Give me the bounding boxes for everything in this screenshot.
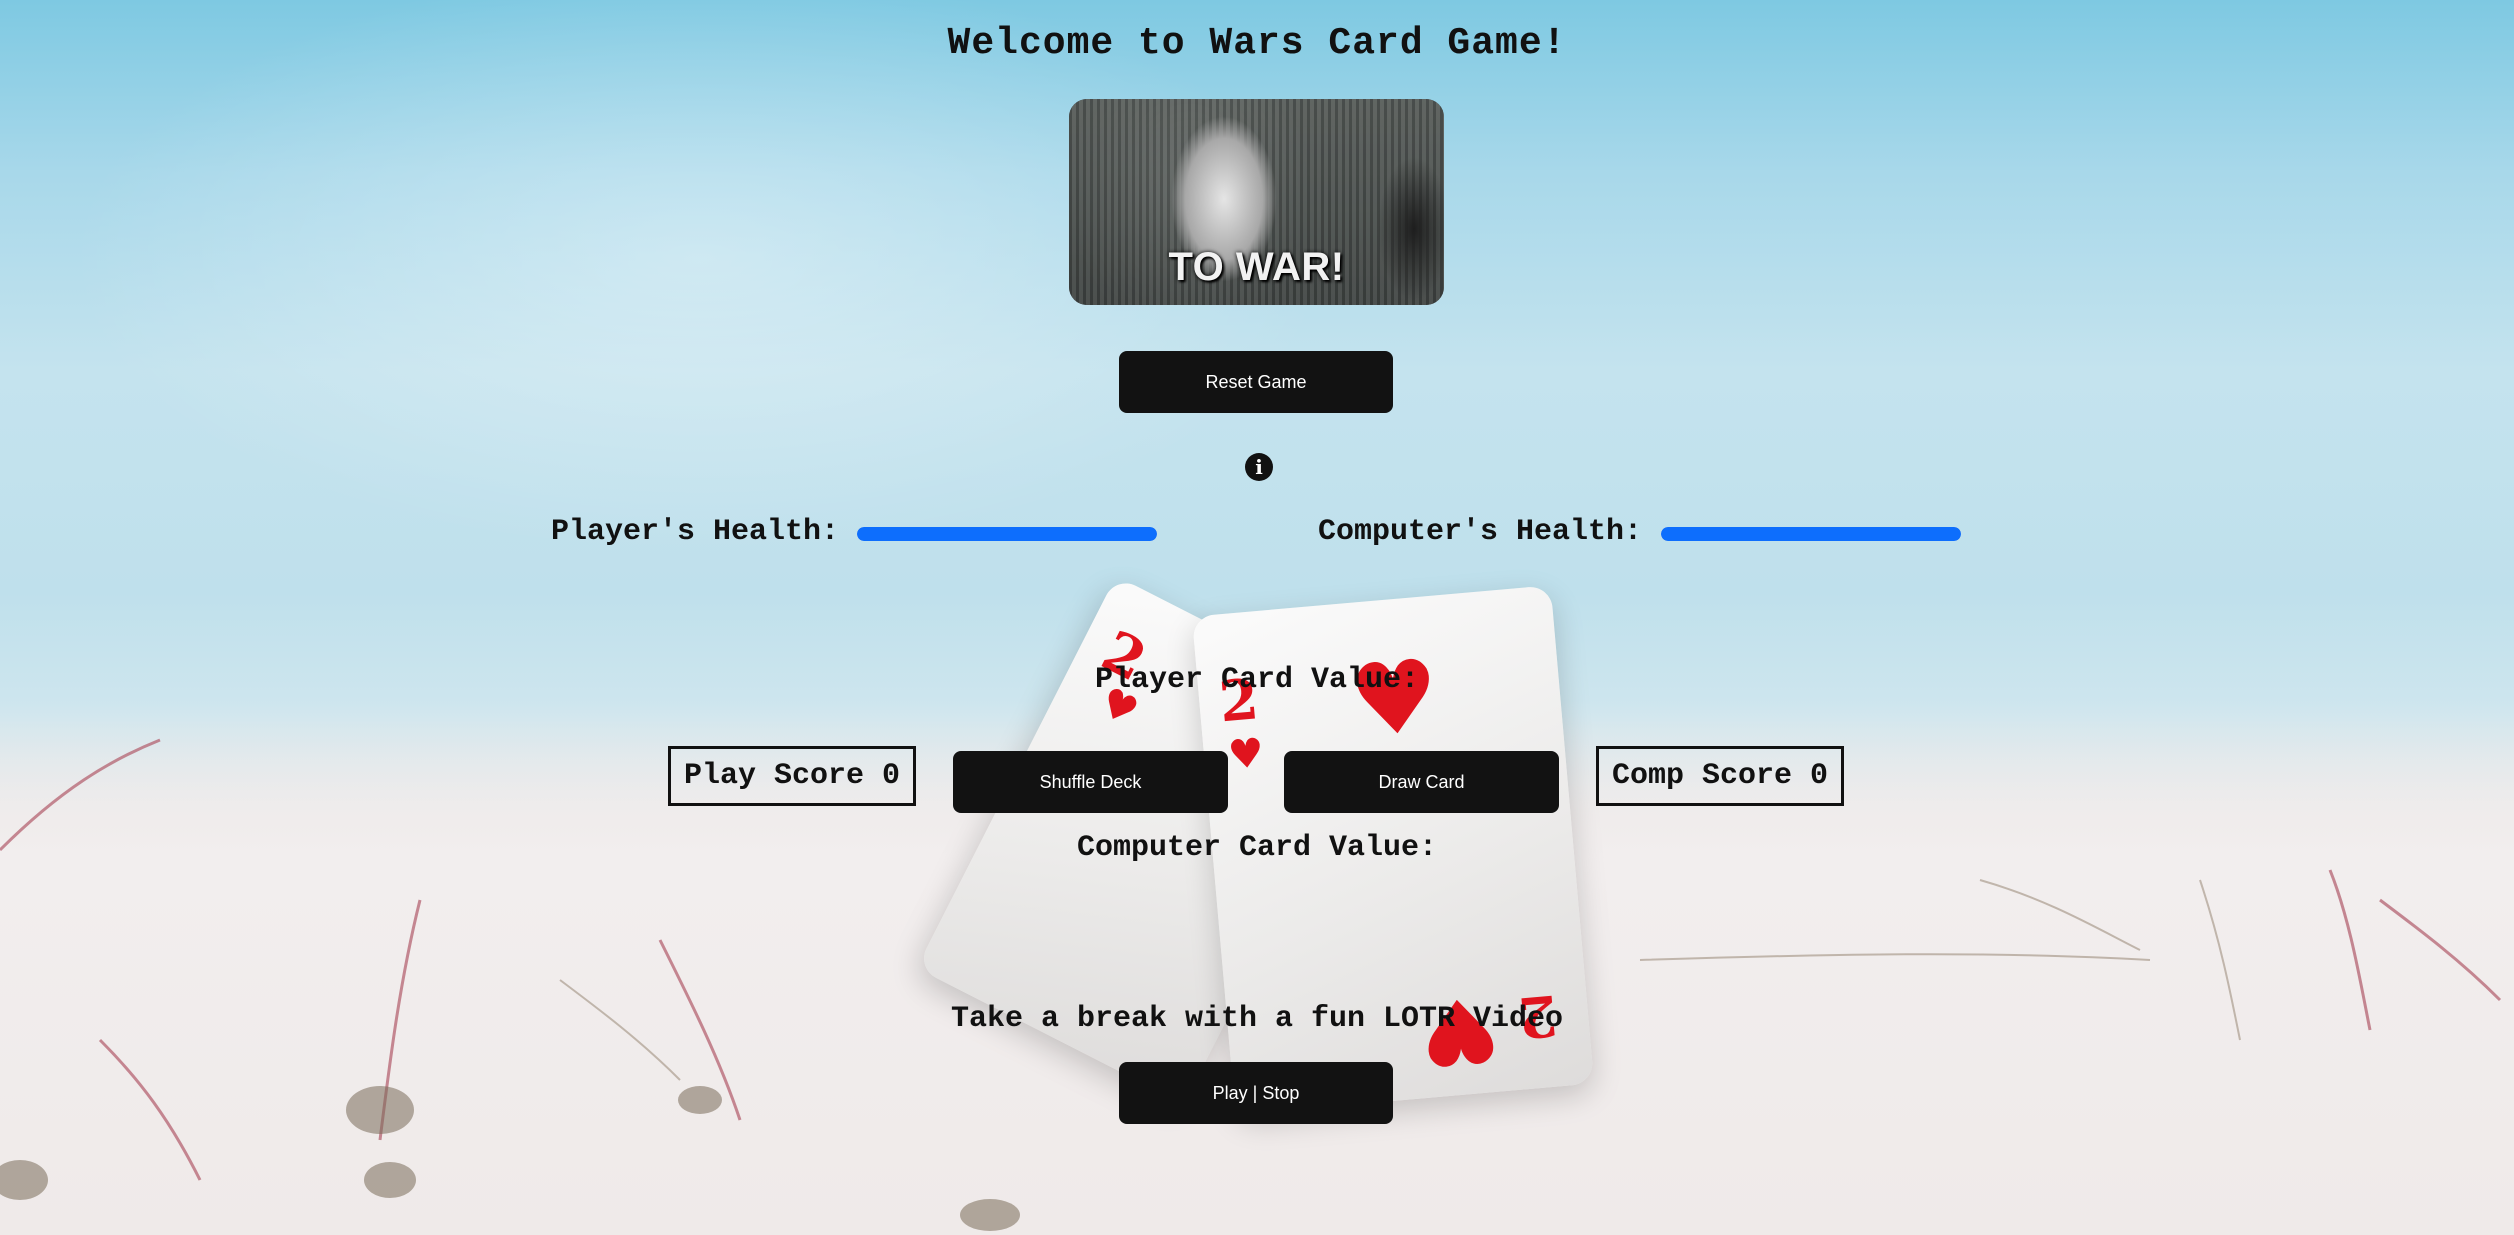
heart-icon: ♥ [1226, 729, 1266, 779]
player-score-box: Play Score 0 [668, 746, 916, 806]
info-circle-icon[interactable]: i [1245, 453, 1273, 481]
heart-icon: ♥ [1344, 636, 1445, 761]
draw-card-button[interactable]: Draw Card [1284, 751, 1559, 813]
page-title: Welcome to Wars Card Game! [947, 22, 1567, 65]
lotr-video-label: Take a break with a fun LOTR Video [950, 1002, 1564, 1036]
computer-score-box: Comp Score 0 [1596, 746, 1844, 806]
player-health-label: Player's Health: [551, 515, 840, 549]
play-stop-button[interactable]: Play | Stop [1119, 1062, 1393, 1124]
shuffle-deck-button[interactable]: Shuffle Deck [953, 751, 1228, 813]
computer-card-value: Computer Card Value: [1076, 831, 1438, 865]
reset-game-button[interactable]: Reset Game [1119, 351, 1393, 413]
computer-health-fill [1661, 527, 1961, 541]
war-banner-image: TO WAR! [1069, 99, 1444, 305]
player-health-bar [857, 527, 1157, 541]
computer-health-label: Computer's Health: [1318, 515, 1643, 549]
banner-caption: TO WAR! [1168, 245, 1345, 289]
computer-health-bar [1661, 527, 1961, 541]
player-health-fill [857, 527, 1157, 541]
player-card-value: Player Card Value: [1094, 663, 1420, 697]
